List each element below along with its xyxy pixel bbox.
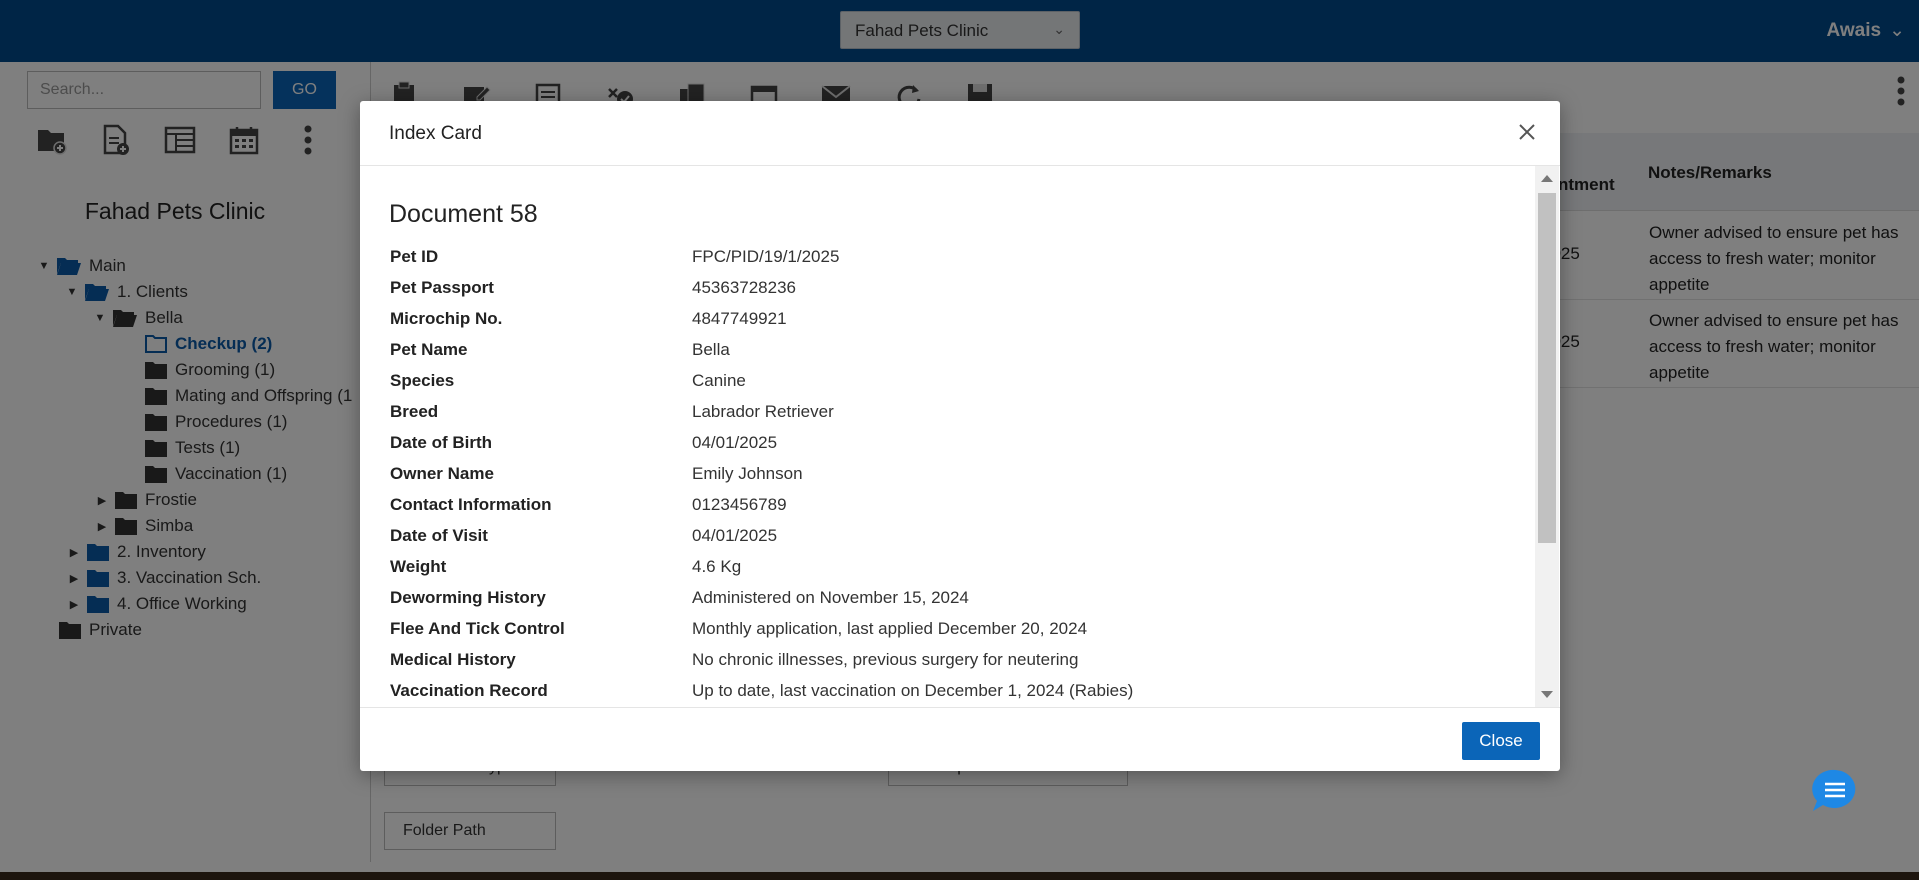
dialog-body[interactable]: Document 58 Pet ID FPC/PID/19/1/2025 Pet …	[360, 166, 1560, 707]
field-value: 4847749921	[692, 309, 787, 328]
field-value: Monthly application, last applied Decemb…	[692, 619, 1088, 638]
dialog-title: Index Card	[389, 123, 482, 144]
field-label: Breed	[390, 402, 439, 421]
chat-icon[interactable]	[1810, 767, 1860, 813]
field-value: 45363728236	[692, 278, 797, 297]
field-value: FPC/PID/19/1/2025	[692, 247, 840, 266]
field-value: Bella	[692, 340, 730, 359]
field-value: Up to date, last vaccination on December…	[692, 681, 1134, 700]
field-label: Contact Information	[390, 495, 552, 514]
field-value: Labrador Retriever	[692, 402, 834, 421]
field-label: Microchip No.	[390, 309, 503, 328]
field-value: 04/01/2025	[692, 433, 778, 452]
field-label: Date of Visit	[390, 526, 488, 545]
close-button[interactable]: Close	[1462, 722, 1540, 760]
field-value: 4.6 Kg	[692, 557, 742, 576]
close-icon[interactable]	[1516, 121, 1538, 143]
field-label: Deworming History	[390, 588, 546, 607]
field-label: Flee And Tick Control	[390, 619, 565, 638]
field-label: Weight	[390, 557, 447, 576]
field-label: Owner Name	[390, 464, 494, 483]
field-label: Species	[390, 371, 455, 390]
field-value: Emily Johnson	[692, 464, 803, 483]
field-label: Pet Passport	[390, 278, 494, 297]
field-value: No chronic illnesses, previous surgery f…	[692, 650, 1079, 669]
field-value: 04/01/2025	[692, 526, 778, 545]
dialog-header: Index Card	[360, 101, 1560, 166]
scroll-up-arrow-icon[interactable]	[1541, 175, 1553, 182]
field-label: Pet ID	[390, 247, 439, 266]
scrollbar-thumb[interactable]	[1538, 193, 1556, 543]
index-card-dialog: Index Card Document 58 Pet ID FPC/PID/19/…	[360, 101, 1560, 771]
dialog-footer: Close	[360, 707, 1560, 771]
document-title: Document 58	[389, 200, 538, 228]
field-value: Administered on November 15, 2024	[692, 588, 969, 607]
field-value: Canine	[692, 371, 746, 390]
field-label: Medical History	[390, 650, 516, 669]
field-label: Vaccination Record	[390, 681, 548, 700]
field-label: Date of Birth	[390, 433, 492, 452]
dialog-scrollbar[interactable]	[1535, 166, 1559, 707]
scroll-down-arrow-icon[interactable]	[1541, 691, 1553, 698]
field-value: 0123456789	[692, 495, 787, 514]
field-label: Pet Name	[390, 340, 468, 359]
